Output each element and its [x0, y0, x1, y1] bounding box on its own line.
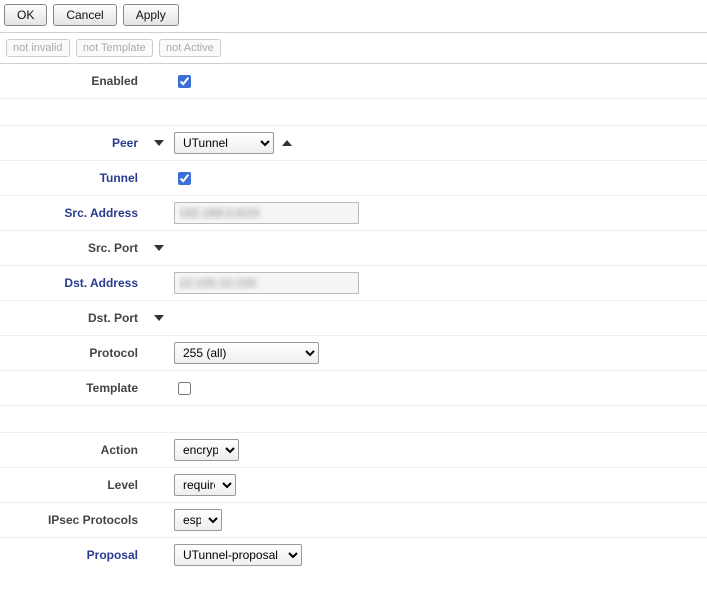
label-peer[interactable]: Peer	[0, 136, 148, 150]
row-action: Action encrypt	[0, 433, 707, 468]
flag-not-active: not Active	[159, 39, 221, 57]
label-src-address[interactable]: Src. Address	[0, 206, 148, 220]
label-protocol: Protocol	[0, 346, 148, 360]
level-select[interactable]: require	[174, 474, 236, 496]
enabled-checkbox[interactable]	[178, 75, 191, 88]
apply-button[interactable]: Apply	[123, 4, 179, 26]
row-template: Template	[0, 371, 707, 406]
label-tunnel[interactable]: Tunnel	[0, 171, 148, 185]
label-ipsec-protocols: IPsec Protocols	[0, 513, 148, 527]
status-flags: not invalid not Template not Active	[0, 35, 707, 64]
ipsec-protocols-select[interactable]: esp	[174, 509, 222, 531]
peer-select[interactable]: UTunnel	[174, 132, 274, 154]
label-template: Template	[0, 381, 148, 395]
protocol-select[interactable]: 255 (all)	[174, 342, 319, 364]
label-enabled: Enabled	[0, 74, 148, 88]
row-level: Level require	[0, 468, 707, 503]
row-protocol: Protocol 255 (all)	[0, 336, 707, 371]
chevron-down-icon[interactable]	[154, 245, 164, 251]
flag-not-template: not Template	[76, 39, 153, 57]
row-enabled: Enabled	[0, 64, 707, 99]
row-src-address: Src. Address	[0, 196, 707, 231]
row-dst-port: Dst. Port	[0, 301, 707, 336]
label-src-port: Src. Port	[0, 241, 148, 255]
chevron-up-icon[interactable]	[282, 140, 292, 146]
dst-address-input[interactable]	[174, 272, 359, 294]
row-peer: Peer UTunnel	[0, 126, 707, 161]
proposal-select[interactable]: UTunnel-proposal	[174, 544, 302, 566]
row-ipsec-protocols: IPsec Protocols esp	[0, 503, 707, 538]
ok-button[interactable]: OK	[4, 4, 47, 26]
cancel-button[interactable]: Cancel	[53, 4, 116, 26]
template-checkbox[interactable]	[178, 382, 191, 395]
row-dst-address: Dst. Address	[0, 266, 707, 301]
tunnel-checkbox[interactable]	[178, 172, 191, 185]
chevron-down-icon[interactable]	[154, 140, 164, 146]
label-dst-address[interactable]: Dst. Address	[0, 276, 148, 290]
chevron-down-icon[interactable]	[154, 315, 164, 321]
label-level: Level	[0, 478, 148, 492]
row-src-port: Src. Port	[0, 231, 707, 266]
src-address-input[interactable]	[174, 202, 359, 224]
action-select[interactable]: encrypt	[174, 439, 239, 461]
row-proposal: Proposal UTunnel-proposal	[0, 538, 707, 572]
row-tunnel: Tunnel	[0, 161, 707, 196]
label-action: Action	[0, 443, 148, 457]
toolbar: OK Cancel Apply	[0, 0, 707, 30]
label-dst-port: Dst. Port	[0, 311, 148, 325]
label-proposal[interactable]: Proposal	[0, 548, 148, 562]
flag-not-invalid: not invalid	[6, 39, 70, 57]
